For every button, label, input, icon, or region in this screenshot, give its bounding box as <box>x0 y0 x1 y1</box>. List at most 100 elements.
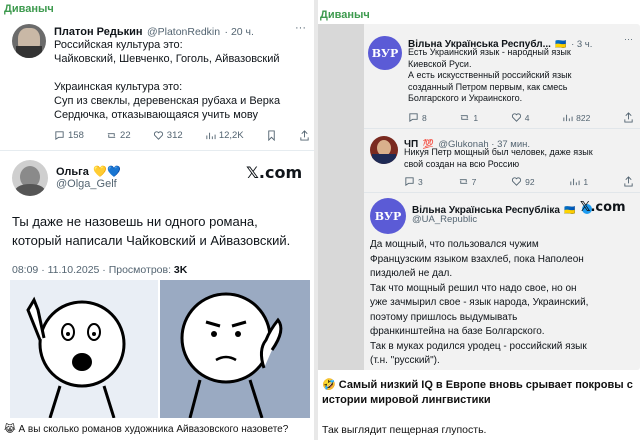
meme-panel-left <box>10 280 158 418</box>
screenshot-card: ВУР Вільна Українська Республ... 🇺🇦 · 3 … <box>318 24 640 370</box>
post-caption: 😹 А вы сколько романов художника Айвазов… <box>4 424 288 435</box>
bookmark-button[interactable] <box>266 130 277 141</box>
tweet2-actions: 3 7 92 1 <box>404 176 634 187</box>
share-icon <box>624 176 633 187</box>
tweet-line: А есть искусственный российский язык <box>408 70 572 80</box>
reply-icon <box>55 131 64 141</box>
tweet-line: (т.н. "русский"). <box>370 355 440 366</box>
tweet-line: созданный Петром первым, как смесь <box>408 81 568 92</box>
share-button[interactable] <box>623 112 634 123</box>
post-caption: 🤣 Самый низкий IQ в Европе вновь срывает… <box>322 378 638 408</box>
retweet-icon <box>459 179 467 184</box>
like-button[interactable]: 312 <box>153 130 183 141</box>
thinking-stickman-icon <box>180 292 283 418</box>
channel-name-right[interactable]: Диваныч <box>320 9 370 21</box>
tweet-line: франкинштейна на базе Болгарского. <box>370 326 545 337</box>
share-icon <box>300 130 309 141</box>
right-post: Диваныч ВУР Вільна Українська Республ...… <box>318 0 640 440</box>
more-icon[interactable]: ··· <box>624 34 633 44</box>
tweet1-actions: 8 1 4 822 <box>408 112 634 123</box>
tweet2-line: Ты даже не назовешь ни одного романа, <box>12 214 258 229</box>
tweet3-text: Да мощный, что пользовался чужим Француз… <box>370 238 636 369</box>
left-post: Диваныч Платон Редькин @PlatonRedkin · 2… <box>0 0 314 440</box>
tweet2-meta: 08:09 · 11.10.2025 · Просмотров: 3K <box>12 264 187 276</box>
tweet1-text: Российская культура это: Чайковский, Шев… <box>54 38 310 122</box>
tweet1-line: Суп из свеклы, деревенская рубаха и Верк… <box>54 95 281 107</box>
tweet1-text: Есть Украинский язык - народный язык Кие… <box>408 47 634 105</box>
olga-avatar[interactable] <box>12 160 48 196</box>
reply-icon <box>409 113 418 123</box>
screenshot-dark-edge <box>318 24 364 370</box>
tweet-line: свой создан на всю Россию <box>404 158 520 169</box>
tweet-line: уже зачмырил свое - язык народа, Украинс… <box>370 297 589 308</box>
tweet-meta: 08:09 · 11.10.2025 · Просмотров: <box>12 264 174 276</box>
reply-button[interactable]: 158 <box>54 130 84 141</box>
reply-button[interactable]: 8 <box>408 112 427 123</box>
retweet-icon <box>107 133 116 138</box>
tweet-line: поэтому пришлось выдумывать <box>370 311 518 323</box>
author-handle[interactable]: @UA_Republic <box>412 214 477 225</box>
like-count: 312 <box>166 130 183 141</box>
tweet1-line: Украинская культура это: <box>54 81 183 93</box>
retweet-button[interactable]: 22 <box>106 130 131 141</box>
heart-emojis: 💛💙 <box>93 166 121 178</box>
x-logo[interactable]: 𝕏.com <box>246 163 302 182</box>
divider <box>364 192 640 193</box>
retweet-count: 1 <box>473 112 479 123</box>
author-handle[interactable]: @Olga_Gelf <box>56 178 117 190</box>
heart-icon <box>512 177 522 186</box>
views-button[interactable]: 822 <box>562 112 590 123</box>
reply-count: 3 <box>418 176 423 187</box>
tweet2-line: который написали Чайковский и Айвазовски… <box>12 233 291 248</box>
tweet1-actions: 158 22 312 12,2K <box>54 130 310 141</box>
tweet-line: Есть Украинский язык - народный язык <box>408 47 571 57</box>
x-logo[interactable]: 𝕏.com <box>580 200 626 215</box>
tweet1-line <box>54 66 310 80</box>
views-count: 12,2K <box>218 130 244 141</box>
tweet2-text: Ты даже не назовешь ни одного романа, ко… <box>12 212 310 250</box>
like-button[interactable]: 92 <box>511 176 535 187</box>
views-icon <box>570 178 580 186</box>
flag-icon: 🇺🇦 <box>564 205 576 215</box>
retweet-button[interactable]: 7 <box>458 176 477 187</box>
more-icon[interactable]: ··· <box>295 22 306 34</box>
author-name[interactable]: Ольга <box>56 166 89 178</box>
channel-name-left[interactable]: Диваныч <box>4 3 54 15</box>
caption-line: истории мировой лингвистики <box>322 394 491 406</box>
retweet-button[interactable]: 1 <box>459 112 478 123</box>
views-button[interactable]: 1 <box>569 176 588 187</box>
retweet-icon <box>461 115 469 120</box>
tweet-line: Французским языком взахлеб, пока Наполео… <box>370 253 584 265</box>
share-button[interactable] <box>299 130 310 141</box>
share-icon <box>624 112 633 123</box>
vur-avatar[interactable]: ВУР <box>370 198 406 234</box>
tweet-line: Киевской Руси. <box>408 58 472 69</box>
tweet1-line: Российская культура это: <box>54 39 183 51</box>
like-count: 92 <box>525 176 535 187</box>
heart-icon <box>153 131 163 140</box>
share-button[interactable] <box>623 176 634 187</box>
author-handle[interactable]: @PlatonRedkin <box>147 26 220 38</box>
views-count: 822 <box>576 112 591 123</box>
tweet-line: Болгарского и Украинского. <box>408 93 523 103</box>
meme-panel-right <box>160 280 310 418</box>
vur-avatar[interactable]: ВУР <box>368 36 402 70</box>
meme-image[interactable] <box>10 280 310 418</box>
like-button[interactable]: 4 <box>511 112 530 123</box>
retweet-count: 7 <box>471 176 477 187</box>
divider <box>0 150 314 151</box>
chp-avatar[interactable] <box>370 136 398 164</box>
tweet-line: Да мощный, что пользовался чужим <box>370 239 539 250</box>
laughing-emoji-icon: 😹 <box>4 424 16 435</box>
author-name[interactable]: Платон Редькин <box>54 26 143 38</box>
platon-avatar[interactable] <box>12 24 46 58</box>
tweet-line: пиздюлей не дал. <box>370 268 453 279</box>
reply-button[interactable]: 3 <box>404 176 423 187</box>
post-footer-text: Так выглядит пещерная глупость. <box>322 424 487 436</box>
bookmark-icon <box>268 130 275 141</box>
retweet-count: 22 <box>120 130 131 141</box>
like-count: 4 <box>524 112 530 123</box>
tweet-line: Никуя Петр мощный был человек, даже язык <box>404 147 593 157</box>
views-button[interactable]: 12,2K <box>205 130 244 141</box>
tweet2-text: Никуя Петр мощный был человек, даже язык… <box>404 147 634 170</box>
